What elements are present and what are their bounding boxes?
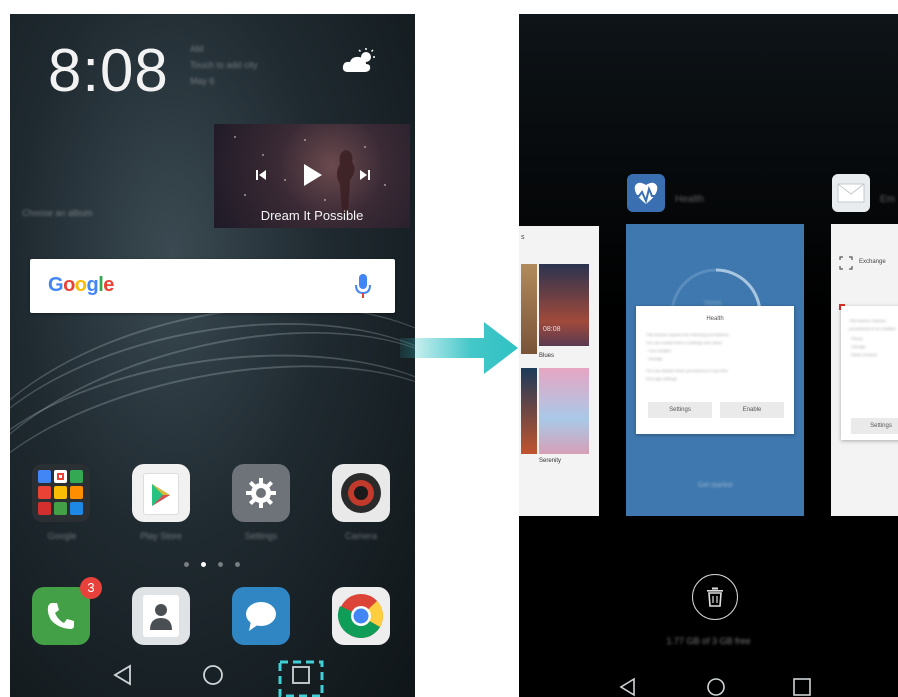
page-indicator-dot-active[interactable] [201,562,206,567]
app-label-play-store: Play Store [140,531,182,541]
email-card-title: Em [880,194,895,205]
dialog-text-line: permissions to be enabled [849,326,896,331]
themes-header: s [521,234,525,241]
theme-thumb-blues[interactable]: 08:08 [539,264,589,346]
health-card-title: Health [675,194,704,205]
dialog-title: Health [706,316,724,322]
health-permission-dialog: Health This feature requires the followi… [636,306,794,434]
recent-card-email[interactable]: Exchange This feature requires permissio… [831,224,898,516]
clock-time[interactable]: 8:08 [48,36,169,105]
dialog-text-line: You can enable them in settings and chec… [646,340,722,345]
page-indicator-dot[interactable] [235,562,240,567]
messages-icon[interactable] [232,587,290,645]
phone-icon[interactable] [32,587,90,645]
page-indicator-dot[interactable] [218,562,223,567]
back-icon[interactable] [617,676,639,697]
navigation-bar [10,654,415,697]
dialog-text-line: This feature requires the following perm… [646,332,730,337]
recent-apps-highlight [278,660,324,697]
page-indicator-dot[interactable] [184,562,189,567]
dialog-text-line: · Your location [646,348,672,353]
theme-thumb-partial-2[interactable] [521,368,537,454]
music-track-title: Dream It Possible [260,208,364,223]
clock-ampm: AM [190,44,204,54]
dialog-enable-button[interactable]: Enable [720,402,784,418]
recent-apps-icon[interactable] [791,676,813,697]
clock-date: May 6 [190,76,215,86]
recent-card-health[interactable]: Steps Health This feature requires the f… [626,224,804,516]
home-icon[interactable] [705,676,727,697]
dialog-text-line: You can disable these permissions in any… [646,368,728,373]
app-label-camera: Camera [344,531,377,541]
weather-city[interactable]: Touch to add city [190,60,258,70]
back-icon[interactable] [110,662,136,688]
dialog-text-line: · Phone [849,336,864,341]
memory-status: 1.77 GB of 3 GB free [666,636,751,646]
theme-thumb-serenity[interactable] [539,368,589,454]
email-account-exchange[interactable]: Exchange [859,259,886,265]
app-label-google: Google [47,531,77,541]
dialog-text-line: · Storage [646,356,663,361]
contacts-icon[interactable] [132,587,190,645]
recent-apps-screen: s 08:08 Blues Serenity Health Steps Heal… [519,14,898,697]
theme-preview-time: 08:08 [543,326,561,333]
music-widget[interactable]: Dream It Possible [214,124,410,228]
missed-calls-badge: 3 [80,577,102,599]
google-search-bar[interactable]: Google [30,259,395,313]
weather-cloud-sun-icon[interactable] [342,48,376,74]
theme-label-serenity: Serenity [539,458,562,464]
dialog-text-line: This feature requires [849,318,886,323]
email-app-icon [832,174,870,212]
exchange-icon [839,256,853,270]
transition-arrow-icon [400,322,518,374]
home-screen: 8:08 AM Touch to add city May 6 Dream It… [10,14,415,697]
app-label-settings: Settings [244,531,278,541]
next-track-icon[interactable] [358,168,372,182]
dialog-text-line: · Storage [849,344,866,349]
email-permission-dialog: This feature requires permissions to be … [841,306,898,440]
camera-icon[interactable] [332,464,390,522]
play-icon[interactable] [302,162,324,188]
chrome-icon[interactable] [332,587,390,645]
email-settings-button[interactable]: Settings [851,418,898,434]
google-logo: Google [48,274,114,296]
dialog-text-line: · Read contacts [849,352,878,357]
recent-card-themes[interactable]: s 08:08 Blues Serenity [519,226,599,516]
previous-track-icon[interactable] [254,168,268,182]
dialog-settings-button[interactable]: Settings [648,402,712,418]
theme-label-blues: Blues [539,353,555,359]
clear-all-button[interactable] [692,574,738,620]
choose-album-link[interactable]: Choose an album [22,208,93,218]
get-started-link[interactable]: Get started [626,482,804,489]
dialog-text-line: from app settings. [646,376,678,381]
microphone-icon[interactable] [352,273,374,299]
play-store-icon[interactable] [132,464,190,522]
theme-thumb-partial[interactable] [521,264,537,354]
health-app-icon [627,174,665,212]
settings-gear-icon[interactable] [232,464,290,522]
google-folder-icon[interactable] [32,464,90,522]
trash-icon [707,587,723,607]
home-icon[interactable] [200,662,226,688]
